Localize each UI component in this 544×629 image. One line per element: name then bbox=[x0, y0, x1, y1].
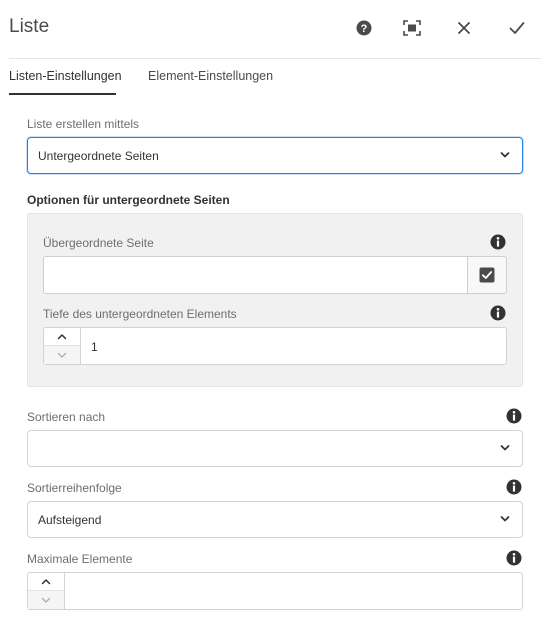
chevron-down-icon bbox=[500, 516, 510, 522]
max-items-input[interactable] bbox=[64, 572, 523, 610]
increment-button[interactable] bbox=[44, 328, 80, 346]
info-icon[interactable] bbox=[506, 550, 522, 566]
fullscreen-icon bbox=[403, 20, 421, 36]
decrement-button[interactable] bbox=[28, 591, 64, 609]
chevron-up-icon bbox=[57, 334, 67, 340]
svg-text:?: ? bbox=[361, 23, 368, 35]
sort-order-label: Sortierreihenfolge bbox=[27, 481, 122, 495]
tab-list: Listen-Einstellungen Element-Einstellung… bbox=[0, 59, 544, 97]
max-items-label: Maximale Elemente bbox=[27, 552, 133, 566]
increment-button[interactable] bbox=[28, 573, 64, 591]
dialog-header: Liste ? bbox=[0, 0, 544, 58]
path-browser-button[interactable] bbox=[467, 256, 507, 294]
sort-order-select[interactable]: Aufsteigend bbox=[27, 501, 523, 538]
sort-order-value: Aufsteigend bbox=[38, 513, 102, 527]
parent-page-input[interactable] bbox=[43, 256, 468, 294]
stepper-arrows bbox=[27, 572, 65, 610]
fullscreen-button[interactable] bbox=[398, 14, 426, 42]
close-icon bbox=[458, 22, 470, 34]
active-tab-indicator bbox=[9, 93, 116, 95]
tab-list-settings[interactable]: Listen-Einstellungen bbox=[9, 69, 122, 91]
info-icon[interactable] bbox=[506, 408, 522, 424]
build-list-select[interactable]: Untergeordnete Seiten bbox=[27, 137, 523, 174]
chevron-up-icon bbox=[41, 579, 51, 585]
decrement-button[interactable] bbox=[44, 346, 80, 364]
chevron-down-icon bbox=[41, 597, 51, 603]
chevron-down-icon bbox=[500, 152, 510, 158]
child-options-heading: Optionen für untergeordnete Seiten bbox=[27, 193, 230, 207]
close-button[interactable] bbox=[450, 14, 478, 42]
order-by-select[interactable] bbox=[27, 430, 523, 467]
tab-item-settings[interactable]: Element-Einstellungen bbox=[148, 69, 273, 91]
info-icon[interactable] bbox=[490, 305, 506, 321]
stepper-arrows bbox=[43, 327, 81, 365]
confirm-button[interactable] bbox=[503, 14, 531, 42]
chevron-down-icon bbox=[500, 445, 510, 451]
build-list-label: Liste erstellen mittels bbox=[27, 117, 140, 131]
info-icon[interactable] bbox=[506, 479, 522, 495]
depth-label: Tiefe des untergeordneten Elements bbox=[43, 307, 237, 321]
max-items-stepper bbox=[27, 572, 523, 610]
checkbox-checked-icon bbox=[479, 267, 495, 283]
depth-stepper: 1 bbox=[43, 327, 507, 365]
help-icon: ? bbox=[356, 20, 372, 36]
dialog-title: Liste bbox=[9, 16, 50, 37]
parent-page-label: Übergeordnete Seite bbox=[43, 236, 154, 250]
info-icon[interactable] bbox=[490, 234, 506, 250]
build-list-value: Untergeordnete Seiten bbox=[38, 149, 159, 163]
help-button[interactable]: ? bbox=[350, 14, 378, 42]
order-by-label: Sortieren nach bbox=[27, 410, 106, 424]
depth-input[interactable]: 1 bbox=[80, 327, 507, 365]
chevron-down-icon bbox=[57, 352, 67, 358]
checkmark-icon bbox=[509, 22, 525, 34]
